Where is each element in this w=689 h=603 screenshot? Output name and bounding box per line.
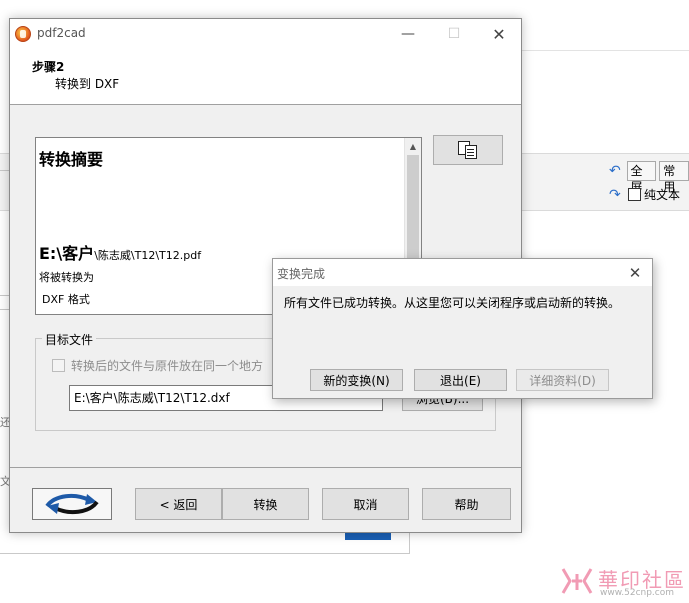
site-watermark: 華印社區 www.52cnp.com (560, 562, 688, 602)
copy-icon (458, 141, 478, 159)
step-subtitle: 转换到 DXF (55, 77, 120, 91)
background-toolbar-row-1: ↶ 全屏 常用 (609, 161, 689, 194)
plain-text-checkbox[interactable] (628, 188, 641, 201)
undo-arrow-icon[interactable]: ↶ (609, 164, 624, 178)
refresh-arrows-icon (45, 493, 99, 515)
watermark-logo-icon (561, 568, 593, 594)
target-file-legend: 目标文件 (42, 331, 97, 348)
pdf2cad-logo-button[interactable] (32, 488, 112, 520)
conversion-complete-dialog: 变换完成 ✕ 所有文件已成功转换。从这里您可以关闭程序或启动新的转换。 新的变换… (272, 258, 653, 399)
background-toolbar-row-2: ↷ 纯文本 (609, 186, 680, 203)
same-location-label: 转换后的文件与原件放在同一个地方 (71, 359, 264, 373)
same-location-option: 转换后的文件与原件放在同一个地方 (52, 357, 263, 374)
dialog-message: 所有文件已成功转换。从这里您可以关闭程序或启动新的转换。 (284, 296, 621, 310)
plain-text-label: 纯文本 (644, 188, 681, 202)
convert-button[interactable]: 转换 (222, 488, 309, 520)
watermark-url: www.52cnp.com (600, 588, 675, 598)
summary-heading: 转换摘要 (39, 150, 104, 169)
cancel-button[interactable]: 取消 (322, 488, 409, 520)
will-convert-label: 将被转换为 (39, 271, 94, 284)
background-blue-button[interactable] (345, 532, 391, 540)
dialog-title: 变换完成 (277, 267, 326, 281)
target-format-label: DXF 格式 (42, 293, 90, 306)
details-button: 详细资料(D) (516, 369, 609, 391)
back-button[interactable]: < 返回 (135, 488, 222, 520)
source-path-drive: E:\客户 (39, 244, 95, 263)
copy-summary-button[interactable] (433, 135, 503, 165)
maximize-button: ☐ (447, 26, 461, 42)
window-title: pdf2cad (37, 26, 86, 40)
title-bar[interactable]: pdf2cad — ☐ ✕ (10, 19, 521, 50)
new-conversion-button[interactable]: 新的变换(N) (310, 369, 403, 391)
source-file-path: E:\客户\陈志威\T12\T12.pdf (39, 240, 201, 264)
same-location-checkbox (52, 359, 65, 372)
pdf2cad-app-icon (15, 26, 31, 42)
dialog-title-bar[interactable]: 变换完成 ✕ (273, 259, 652, 286)
source-path-rest: \陈志威\T12\T12.pdf (94, 249, 202, 262)
step-header: 步骤2 转换到 DXF (10, 50, 521, 105)
redo-arrow-icon[interactable]: ↷ (609, 188, 625, 202)
minimize-button[interactable]: — (385, 19, 431, 49)
help-button[interactable]: 帮助 (422, 488, 511, 520)
fullscreen-button[interactable]: 全屏 (626, 161, 657, 194)
divider (10, 467, 521, 468)
scroll-up-arrow-icon[interactable]: ▲ (405, 138, 421, 155)
dialog-close-button[interactable]: ✕ (618, 259, 652, 286)
exit-button[interactable]: 退出(E) (414, 369, 507, 391)
common-button[interactable]: 常用 (659, 161, 689, 194)
step-title: 步骤2 (32, 60, 65, 74)
close-button[interactable]: ✕ (476, 19, 522, 49)
